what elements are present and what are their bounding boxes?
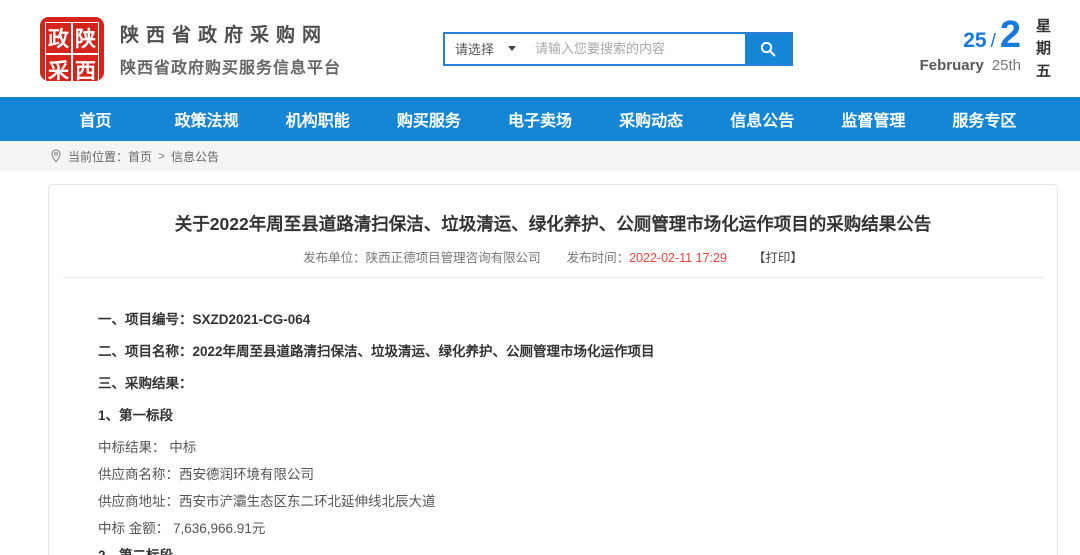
breadcrumb-current-link[interactable]: 信息公告 xyxy=(171,148,219,165)
date-day: 25 xyxy=(963,29,986,52)
page: 政陕采西 陕西省政府采购网 陕西省政府购买服务信息平台 请选择 xyxy=(0,0,1080,555)
breadcrumb: 当前位置： 首页 > 信息公告 xyxy=(0,141,1080,171)
article-line: 供应商地址：西安市浐灞生态区东二环北延伸线北辰大道 xyxy=(98,493,1017,510)
search-icon xyxy=(759,40,777,58)
chevron-down-icon xyxy=(508,46,516,51)
search-category-label: 请选择 xyxy=(455,39,494,58)
breadcrumb-home-link[interactable]: 首页 xyxy=(128,148,152,165)
breadcrumb-label: 当前位置： xyxy=(68,148,128,165)
nav-item-4[interactable]: 购买服务 xyxy=(373,97,484,141)
site-header: 政陕采西 陕西省政府采购网 陕西省政府购买服务信息平台 请选择 xyxy=(0,0,1080,97)
nav-item-6[interactable]: 采购动态 xyxy=(596,97,707,141)
site-subtitle: 陕西省政府购买服务信息平台 xyxy=(120,54,341,78)
article-line: 2、第二标段 xyxy=(98,547,1017,555)
article-line: 1、第一标段 xyxy=(98,407,1017,424)
logo-char: 采 xyxy=(45,54,72,86)
article-meta: 发布单位：陕西正德项目管理咨询有限公司 发布时间：2022-02-11 17:29… xyxy=(49,247,1057,266)
nav-item-1[interactable]: 首页 xyxy=(40,97,151,141)
search-category-select[interactable]: 请选择 xyxy=(445,34,529,64)
logo-char: 陕 xyxy=(72,22,99,54)
main-nav: 首页政策法规机构职能购买服务电子卖场采购动态信息公告监督管理服务专区 xyxy=(0,97,1080,141)
date-numeric: 25/2 February 25th xyxy=(920,14,1021,74)
publisher-value: 陕西正德项目管理咨询有限公司 xyxy=(366,251,541,265)
article-line: 三、采购结果： xyxy=(98,375,1017,392)
site-name: 陕西省政府采购网 xyxy=(120,20,341,47)
date-widget: 25/2 February 25th 星期五 xyxy=(920,14,1052,84)
article-card: 关于2022年周至县道路清扫保洁、垃圾清运、绿化养护、公厕管理市场化运作项目的采… xyxy=(48,184,1058,555)
nav-item-2[interactable]: 政策法规 xyxy=(151,97,262,141)
article-line: 中标 金额： 7,636,966.91元 xyxy=(98,520,1017,537)
article-body: 一、项目编号：SXZD2021-CG-064 二、项目名称：2022年周至县道路清… xyxy=(98,278,1017,555)
location-pin-icon xyxy=(50,149,62,163)
nav-item-8[interactable]: 监督管理 xyxy=(818,97,929,141)
article-line: 供应商名称：西安德润环境有限公司 xyxy=(98,466,1017,483)
date-day-ordinal: 25th xyxy=(992,57,1021,74)
logo-char: 政 xyxy=(45,22,72,54)
site-logo-seal: 政陕采西 xyxy=(40,17,104,81)
search-bar: 请选择 xyxy=(443,32,793,66)
publish-time-value: 2022-02-11 17:29 xyxy=(629,251,727,265)
nav-item-3[interactable]: 机构职能 xyxy=(262,97,373,141)
date-month-name: February xyxy=(920,57,984,74)
print-button[interactable]: 【打印】 xyxy=(753,251,803,265)
nav-item-9[interactable]: 服务专区 xyxy=(929,97,1040,141)
publisher-label: 发布单位： xyxy=(303,251,366,265)
publish-time-label: 发布时间： xyxy=(567,251,630,265)
nav-item-7[interactable]: 信息公告 xyxy=(707,97,818,141)
article-title: 关于2022年周至县道路清扫保洁、垃圾清运、绿化养护、公厕管理市场化运作项目的采… xyxy=(109,211,997,237)
article-line: 中标结果： 中标 xyxy=(98,439,1017,456)
site-logo[interactable]: 政陕采西 陕西省政府采购网 陕西省政府购买服务信息平台 xyxy=(40,17,341,81)
site-titles: 陕西省政府采购网 陕西省政府购买服务信息平台 xyxy=(120,20,341,78)
nav-item-5[interactable]: 电子卖场 xyxy=(484,97,595,141)
logo-char: 西 xyxy=(72,54,99,86)
search-button[interactable] xyxy=(745,34,791,64)
article-line: 二、项目名称：2022年周至县道路清扫保洁、垃圾清运、绿化养护、公厕管理市场化运… xyxy=(98,343,1017,360)
date-weekday: 星期五 xyxy=(1035,16,1052,84)
search-input[interactable] xyxy=(529,34,745,64)
date-month: 2 xyxy=(1000,14,1021,56)
breadcrumb-separator: > xyxy=(158,149,165,163)
article-line: 一、项目编号：SXZD2021-CG-064 xyxy=(98,311,1017,328)
date-slash: / xyxy=(991,31,996,52)
